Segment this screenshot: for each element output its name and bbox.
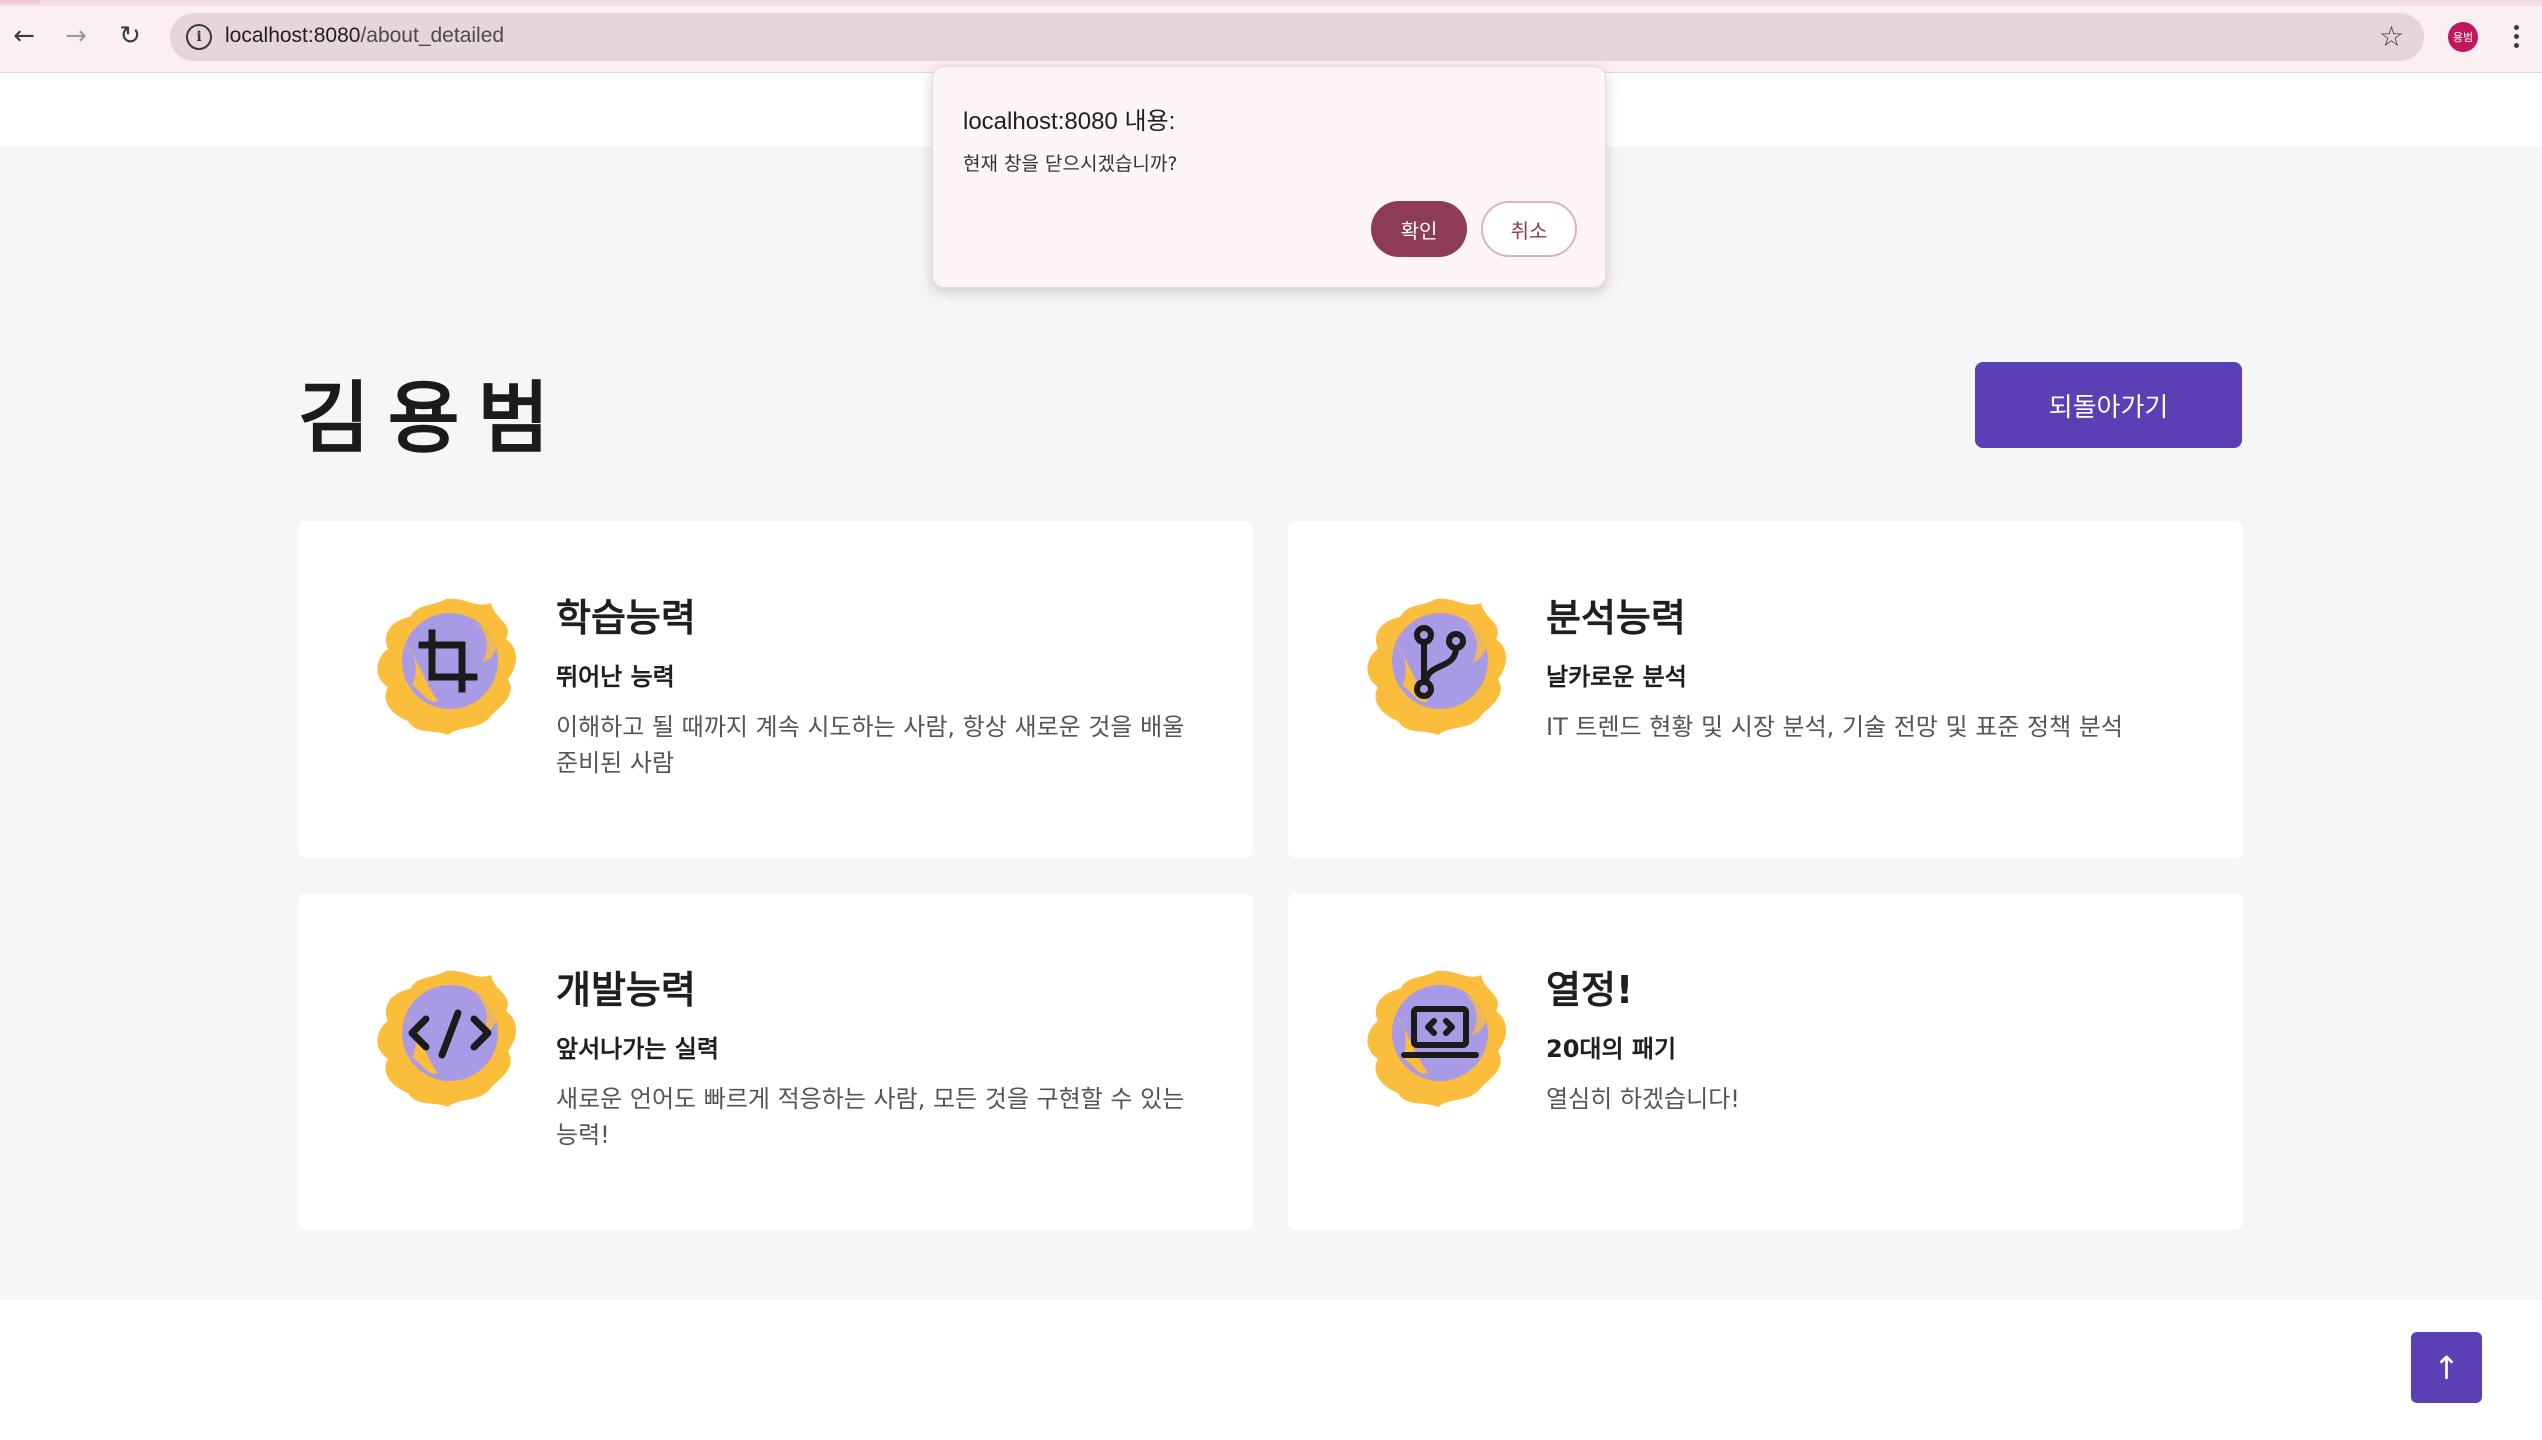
- reload-icon[interactable]: ↻: [112, 18, 148, 54]
- dialog-title: localhost:8080 내용:: [963, 108, 1176, 135]
- dialog-ok-button[interactable]: 확인: [1371, 201, 1467, 257]
- code-icon: [366, 961, 526, 1111]
- back-icon[interactable]: ←: [6, 18, 42, 54]
- address-bar[interactable]: i localhost:8080/about_detailed ☆: [170, 13, 2424, 61]
- forward-icon[interactable]: →: [58, 18, 94, 54]
- dialog-message: 현재 창을 닫으시겠습니까?: [963, 153, 1178, 175]
- card-description: 열심히 하겠습니다!: [1546, 1085, 1740, 1113]
- active-tab-indicator: [0, 0, 40, 4]
- skill-card-passion: 열정! 20대의 패기 열심히 하겠습니다!: [1288, 893, 2243, 1230]
- card-subtitle: 앞서나가는 실력: [556, 1035, 719, 1063]
- url-path: /about_detailed: [360, 24, 505, 47]
- browser-menu-icon[interactable]: [2506, 18, 2526, 54]
- card-description: IT 트렌드 현황 및 시장 분석, 기술 전망 및 표준 정책 분석: [1546, 713, 2123, 741]
- site-info-icon[interactable]: i: [186, 24, 212, 50]
- dialog-cancel-button[interactable]: 취소: [1481, 201, 1577, 257]
- back-button[interactable]: 되돌아가기: [1975, 362, 2242, 448]
- url-host: localhost:8080: [225, 24, 361, 47]
- laptop-code-icon: [1356, 961, 1516, 1111]
- crop-icon: [366, 589, 526, 739]
- tab-strip: [0, 0, 2542, 6]
- browser-toolbar: ← → ↻ i localhost:8080/about_detailed ☆ …: [0, 0, 2542, 73]
- about-section: 김용범 되돌아가기 학습능력 뛰어난 능력 이해하고 될 때까지 계속 시도하는…: [0, 146, 2542, 1300]
- card-subtitle: 뛰어난 능력: [556, 663, 675, 691]
- profile-avatar[interactable]: 용범: [2448, 22, 2478, 52]
- card-description: 이해하고 될 때까지 계속 시도하는 사람, 항상 새로운 것을 배울 준비된 …: [556, 713, 1185, 777]
- scroll-to-top-button[interactable]: ↑: [2411, 1332, 2482, 1403]
- skill-card-learning: 학습능력 뛰어난 능력 이해하고 될 때까지 계속 시도하는 사람, 항상 새로…: [298, 521, 1253, 858]
- card-description: 새로운 언어도 빠르게 적응하는 사람, 모든 것을 구현할 수 있는 능력!: [556, 1085, 1185, 1149]
- confirm-dialog: localhost:8080 내용: 현재 창을 닫으시겠습니까? 확인 취소: [932, 66, 1606, 288]
- url-text[interactable]: localhost:8080/about_detailed: [225, 24, 504, 48]
- git-branch-icon: [1356, 589, 1516, 739]
- skill-card-development: 개발능력 앞서나가는 실력 새로운 언어도 빠르게 적응하는 사람, 모든 것을…: [298, 893, 1253, 1230]
- bookmark-star-icon[interactable]: ☆: [2379, 20, 2404, 53]
- card-title: 학습능력: [556, 596, 696, 640]
- card-subtitle: 20대의 패기: [1546, 1035, 1677, 1063]
- card-title: 개발능력: [556, 968, 696, 1012]
- page-title: 김용범: [298, 374, 568, 464]
- arrow-up-icon: ↑: [2433, 1348, 2460, 1387]
- card-title: 열정!: [1546, 968, 1634, 1012]
- skill-card-analysis: 분석능력 날카로운 분석 IT 트렌드 현황 및 시장 분석, 기술 전망 및 …: [1288, 521, 2243, 858]
- card-title: 분석능력: [1546, 596, 1686, 640]
- card-subtitle: 날카로운 분석: [1546, 663, 1687, 691]
